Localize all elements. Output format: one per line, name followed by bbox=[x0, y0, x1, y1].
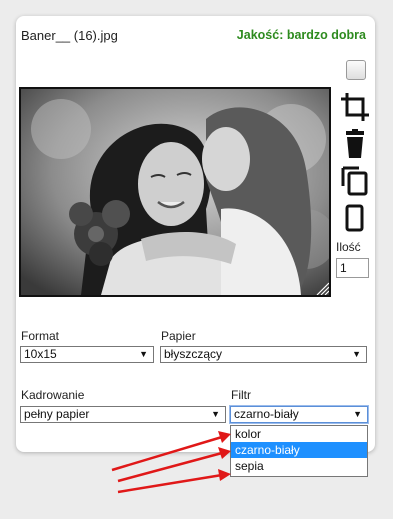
file-name: Baner__ (16).jpg bbox=[21, 28, 118, 43]
crop-value: pełny papier bbox=[24, 407, 90, 421]
chevron-down-icon: ▼ bbox=[139, 349, 148, 359]
orientation-icon[interactable] bbox=[339, 203, 371, 233]
filter-value: czarno-biały bbox=[234, 407, 299, 421]
format-select[interactable]: 10x15 ▼ bbox=[20, 346, 154, 363]
quality-badge: Jakość: bardzo dobra bbox=[236, 28, 366, 42]
chevron-down-icon: ▼ bbox=[352, 349, 361, 359]
resize-handle-icon[interactable] bbox=[315, 281, 329, 295]
filter-option[interactable]: sepia bbox=[231, 458, 367, 474]
filter-select[interactable]: czarno-biały ▼ bbox=[230, 406, 368, 423]
crop-icon[interactable] bbox=[339, 91, 371, 123]
copy-icon[interactable] bbox=[339, 164, 371, 196]
crop-select[interactable]: pełny papier ▼ bbox=[20, 406, 226, 423]
filter-option[interactable]: kolor bbox=[231, 426, 367, 442]
format-value: 10x15 bbox=[24, 347, 57, 361]
trash-icon[interactable] bbox=[339, 129, 371, 159]
quantity-label: Ilość bbox=[336, 240, 361, 254]
filter-label: Filtr bbox=[231, 388, 251, 402]
filter-dropdown-list: kolor czarno-biały sepia bbox=[230, 425, 368, 477]
crop-label: Kadrowanie bbox=[21, 388, 85, 402]
photo-preview[interactable] bbox=[19, 87, 331, 297]
select-checkbox[interactable] bbox=[346, 60, 366, 80]
photo-image bbox=[21, 89, 329, 295]
filter-option[interactable]: czarno-biały bbox=[231, 442, 367, 458]
paper-label: Papier bbox=[161, 329, 196, 343]
paper-value: błyszczący bbox=[164, 347, 223, 361]
format-label: Format bbox=[21, 329, 60, 343]
quantity-input[interactable]: 1 bbox=[336, 258, 369, 278]
chevron-down-icon: ▼ bbox=[353, 409, 362, 419]
chevron-down-icon: ▼ bbox=[211, 409, 220, 419]
paper-select[interactable]: błyszczący ▼ bbox=[160, 346, 367, 363]
